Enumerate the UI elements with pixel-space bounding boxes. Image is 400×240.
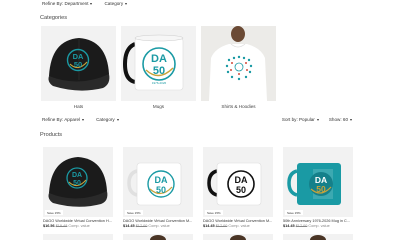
- category-dropdown[interactable]: Category: [104, 1, 128, 6]
- logo-50-text: 50: [316, 184, 326, 194]
- show-count-dropdown[interactable]: Show: 60: [329, 117, 352, 122]
- product-price: $14.45: [203, 224, 215, 228]
- category-mugs[interactable]: DA 50 1976-2026 Mugs: [121, 26, 196, 109]
- logo-50-text: 50: [153, 65, 165, 77]
- product-title[interactable]: DAGO Worldwide Virtual Convention M...: [123, 219, 193, 223]
- product-card-partial[interactable]: [283, 234, 353, 240]
- comp-value-note: Comp. value: [228, 224, 250, 228]
- model-image: [150, 235, 166, 240]
- logo-50-text: 50: [74, 60, 82, 69]
- product-price-row: $14.45 $17.00 Comp. value: [203, 224, 273, 228]
- chevron-down-icon: [90, 2, 93, 5]
- refine-by-department-dropdown[interactable]: Refine By: Department: [42, 1, 93, 6]
- sort-controls: Sort by: Popular Show: 60: [282, 117, 352, 122]
- sort-by-label: Sort by: Popular: [281, 117, 315, 122]
- top-filter-bar: Refine By: Department Category: [42, 1, 128, 6]
- chevron-down-icon: [125, 2, 128, 5]
- comp-value-note: Comp. value: [148, 224, 170, 228]
- product-price-row: $16.56 $19.48 Comp. value: [43, 224, 113, 228]
- product-title[interactable]: DAGO Worldwide Virtual Convention M...: [203, 219, 273, 223]
- category-label: Category: [96, 117, 115, 122]
- product-compare-price: $19.48: [55, 224, 68, 228]
- discount-badge: Save 15%: [285, 210, 303, 215]
- product-image[interactable]: DA 50 Save 15%: [203, 147, 273, 217]
- discount-badge: Save 15%: [45, 210, 63, 215]
- product-compare-price: $17.00: [295, 224, 308, 228]
- product-card[interactable]: DA 50 Save 15% DAGO Worldwide Virtual Co…: [203, 147, 273, 228]
- refine-by-label: Refine By: Apparel: [42, 117, 81, 122]
- logo-50-text: 50: [236, 185, 246, 195]
- category-label-hats: Hats: [73, 104, 84, 109]
- chevron-down-icon: [316, 118, 319, 121]
- logo-da-text: DA: [151, 53, 167, 65]
- model-image: [230, 235, 246, 240]
- product-card[interactable]: DA 50 Save 15% DAGO Worldwide Virtual Co…: [43, 147, 113, 228]
- refine-by-apparel-dropdown[interactable]: Refine By: Apparel: [42, 117, 85, 122]
- product-title[interactable]: DAGO Worldwide Virtual Convention H...: [43, 219, 113, 223]
- category-label-shirts-hoodies: Shirts & Hoodies: [221, 104, 256, 109]
- comp-value-note: Comp. value: [308, 224, 330, 228]
- shirt-image: [201, 26, 276, 101]
- product-card-partial[interactable]: [43, 234, 113, 240]
- chevron-down-icon: [82, 118, 85, 121]
- product-price-row: $14.45 $17.00 Comp. value: [283, 224, 353, 228]
- model-image: [310, 235, 326, 240]
- logo-years-text: 1976-2026: [152, 81, 167, 85]
- products-heading: Products: [40, 132, 63, 138]
- category-label: Category: [104, 1, 124, 6]
- product-image[interactable]: DA 50 Save 15%: [43, 147, 113, 217]
- logo-da-text: DA: [72, 172, 82, 179]
- product-price: $14.45: [283, 224, 295, 228]
- chevron-down-icon: [350, 118, 352, 121]
- product-filter-bar: Refine By: Apparel Category: [42, 117, 119, 122]
- discount-badge: Save 15%: [205, 210, 223, 215]
- product-compare-price: $17.00: [215, 224, 228, 228]
- product-price-row: $14.45 $17.00 Comp. value: [123, 224, 193, 228]
- comp-value-note: Comp. value: [68, 224, 90, 228]
- category-label-mugs: Mugs: [152, 104, 165, 109]
- sort-by-dropdown[interactable]: Sort by: Popular: [282, 117, 319, 122]
- hat-image: DA 50: [41, 26, 116, 101]
- categories-heading: Categories: [40, 15, 68, 21]
- product-price: $16.56: [43, 224, 55, 228]
- product-title[interactable]: 50th Anniversary 1976-2026 Mug in C...: [283, 219, 353, 223]
- logo-50-text: 50: [156, 185, 166, 195]
- category-dropdown[interactable]: Category: [96, 117, 119, 122]
- logo-da-text: DA: [155, 175, 168, 185]
- product-card-partial[interactable]: [203, 234, 273, 240]
- logo-da-text: DA: [235, 175, 248, 185]
- chevron-down-icon: [116, 118, 119, 121]
- product-image[interactable]: DA 50 Save 15%: [283, 147, 353, 217]
- mug-image: DA 50 1976-2026: [121, 26, 196, 101]
- product-card[interactable]: DA 50 Save 15% 50th Anniversary 1976-202…: [283, 147, 353, 228]
- category-hats[interactable]: DA 50 Hats: [41, 26, 116, 109]
- product-card-partial[interactable]: [123, 234, 193, 240]
- show-count-label: Show: 60: [328, 117, 348, 122]
- product-card[interactable]: DA 50 Save 15% DAGO Worldwide Virtual Co…: [123, 147, 193, 228]
- refine-by-label: Refine By: Department: [42, 1, 89, 6]
- logo-50-text: 50: [73, 180, 81, 187]
- category-shirts-hoodies[interactable]: Shirts & Hoodies: [201, 26, 276, 109]
- discount-badge: Save 15%: [125, 210, 143, 215]
- product-image[interactable]: DA 50 Save 15%: [123, 147, 193, 217]
- product-price: $14.45: [123, 224, 135, 228]
- product-compare-price: $17.00: [135, 224, 148, 228]
